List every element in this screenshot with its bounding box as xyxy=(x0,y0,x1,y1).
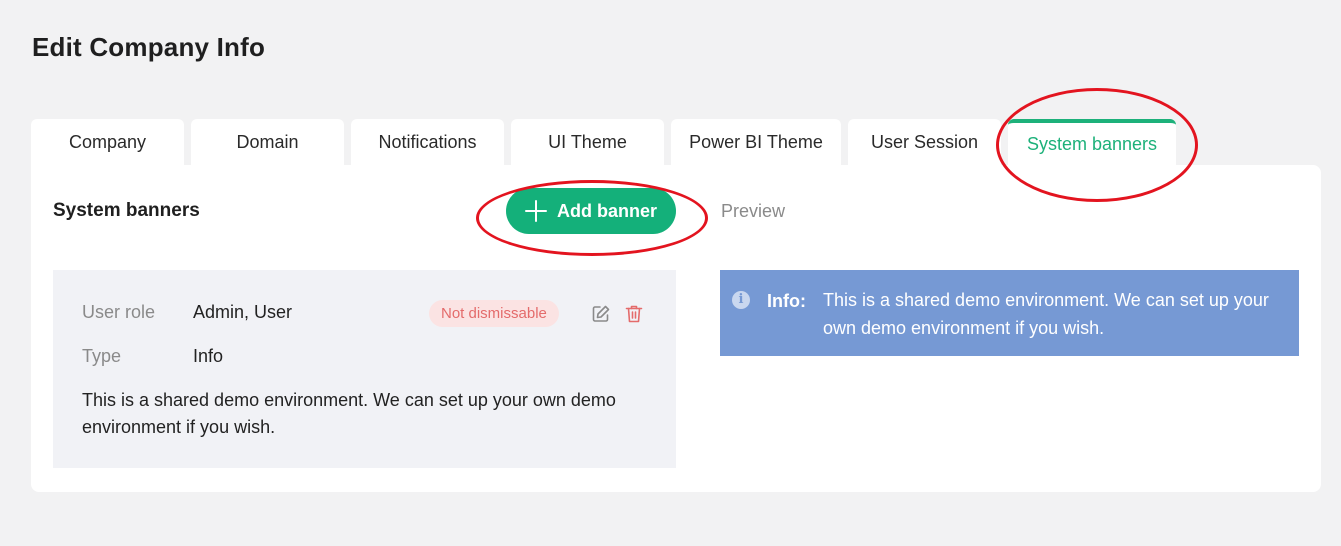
info-icon: i xyxy=(732,291,750,309)
user-role-label: User role xyxy=(82,302,156,322)
tab-power-bi-theme[interactable]: Power BI Theme xyxy=(671,119,841,165)
plus-icon xyxy=(524,200,547,222)
preview-heading: Preview xyxy=(721,201,786,221)
banner-list-item: User role Admin, User Type Info Not dism… xyxy=(53,270,676,468)
tab-system-banners[interactable]: System banners xyxy=(1008,119,1176,165)
type-label: Type xyxy=(82,346,122,366)
banner-preview: i Info: This is a shared demo environmen… xyxy=(720,270,1299,356)
tab-notifications[interactable]: Notifications xyxy=(351,119,504,165)
trash-icon[interactable] xyxy=(623,303,645,325)
tab-domain[interactable]: Domain xyxy=(191,119,344,165)
banner-message: This is a shared demo environment. We ca… xyxy=(82,390,616,437)
type-value: Info xyxy=(193,346,224,366)
add-banner-button[interactable]: Add banner xyxy=(506,188,676,234)
not-dismissable-badge: Not dismissable xyxy=(429,300,559,327)
page-title: Edit Company Info xyxy=(32,32,266,62)
tab-ui-theme[interactable]: UI Theme xyxy=(511,119,664,165)
section-title: System banners xyxy=(53,200,200,221)
user-role-value: Admin, User xyxy=(193,302,293,322)
preview-type-label: Info: xyxy=(767,291,806,311)
edit-icon[interactable] xyxy=(590,303,612,325)
tab-user-session[interactable]: User Session xyxy=(848,119,1001,165)
preview-message: This is a shared demo environment. We ca… xyxy=(823,290,1269,338)
tab-company[interactable]: Company xyxy=(31,119,184,165)
add-banner-label: Add banner xyxy=(556,200,657,221)
system-banners-panel: System banners Add banner Preview User r… xyxy=(31,165,1321,492)
